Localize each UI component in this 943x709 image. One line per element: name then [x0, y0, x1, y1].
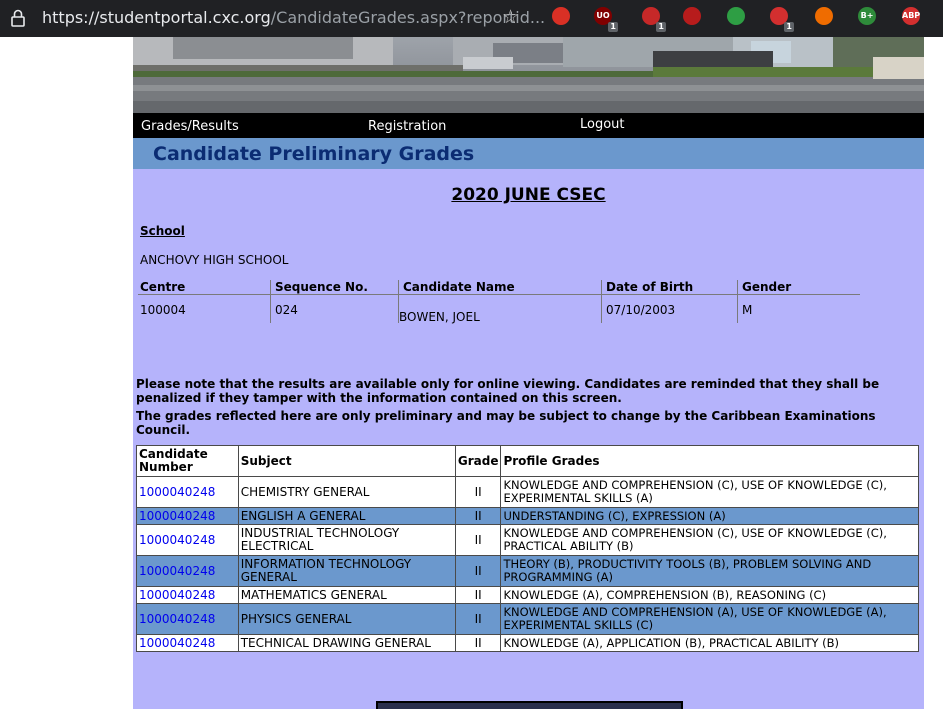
grade-row: 1000040248 CHEMISTRY GENERAL II KNOWLEDGE A… [136, 476, 919, 508]
grade-cell: II [454, 507, 502, 525]
ext-record-icon[interactable] [552, 7, 570, 25]
sequence-value: 024 [275, 303, 298, 317]
profile-grades-cell: KNOWLEDGE (A), COMPREHENSION (B), REASON… [500, 586, 919, 604]
ext-privacy-badger-icon[interactable] [683, 7, 701, 25]
grades-table: Candidate Number Subject Grade Profile G… [136, 445, 919, 652]
subject-cell: INDUSTRIAL TECHNOLOGY ELECTRICAL [237, 524, 456, 556]
centre-header: Centre [140, 280, 186, 294]
address-bar[interactable]: https://studentportal.cxc.org/CandidateG… [42, 8, 545, 28]
nav-logout[interactable]: Logout [580, 117, 625, 132]
subject-cell: MATHEMATICS GENERAL [237, 586, 456, 604]
school-name: ANCHOVY HIGH SCHOOL [140, 253, 289, 267]
subject-cell: ENGLISH A GENERAL [237, 507, 456, 525]
ext-bplus-icon[interactable]: B+ [858, 7, 876, 25]
candidate-name-value: BOWEN, JOEL [399, 310, 480, 324]
extension-badge: 1 [608, 22, 618, 32]
grade-cell: II [454, 555, 502, 587]
lock-icon[interactable] [10, 8, 26, 28]
portal-page: Grades/Results Registration Logout Candi… [133, 37, 924, 709]
ext-ublock-icon[interactable]: UO 1 [594, 7, 618, 32]
ext-orange-icon[interactable] [815, 7, 833, 25]
sequence-header: Sequence No. [275, 280, 368, 294]
browser-toolbar: https://studentportal.cxc.org/CandidateG… [0, 0, 943, 37]
info-column-divider [601, 280, 602, 323]
subject-cell: CHEMISTRY GENERAL [237, 476, 456, 508]
grade-cell: II [454, 586, 502, 604]
page-title-bar: Candidate Preliminary Grades [133, 138, 924, 169]
grades-table-header: Candidate Number Subject Grade Profile G… [136, 445, 919, 477]
exam-title: 2020 JUNE CSEC [451, 185, 606, 205]
grade-row: 1000040248 INDUSTRIAL TECHNOLOGY ELECTRIC… [136, 524, 919, 556]
bookmark-star-icon[interactable]: ☆ [502, 6, 519, 28]
header-banner-image [133, 37, 924, 113]
grade-row: 1000040248 MATHEMATICS GENERAL II KNOWLEDGE… [136, 586, 919, 604]
dob-value: 07/10/2003 [606, 303, 676, 317]
dob-header: Date of Birth [606, 280, 694, 294]
subject-cell: PHYSICS GENERAL [237, 603, 456, 635]
candidate-number-link[interactable]: 1000040248 [136, 476, 239, 508]
candidate-number-link[interactable]: 1000040248 [136, 603, 239, 635]
notice-preliminary: The grades reflected here are only preli… [136, 409, 876, 437]
profile-grades-cell: KNOWLEDGE (A), APPLICATION (B), PRACTICA… [500, 634, 919, 652]
ext-abp-icon[interactable]: ABP [902, 7, 920, 25]
extension-label: B+ [860, 11, 874, 20]
grade-row: 1000040248 PHYSICS GENERAL II KNOWLEDGE AND… [136, 603, 919, 635]
subject-cell: INFORMATION TECHNOLOGY GENERAL [237, 555, 456, 587]
ext-shield-green-icon[interactable] [727, 7, 745, 25]
page-title: Candidate Preliminary Grades [153, 143, 475, 165]
candidate-number-link[interactable]: 1000040248 [136, 555, 239, 587]
extension-badge: 1 [784, 22, 794, 32]
profile-grades-cell: KNOWLEDGE AND COMPREHENSION (C), USE OF … [500, 524, 919, 556]
col-candidate-number: Candidate Number [136, 445, 239, 477]
subject-cell: TECHNICAL DRAWING GENERAL [237, 634, 456, 652]
url-host: https://studentportal.cxc.org [42, 8, 271, 27]
grade-row: 1000040248 INFORMATION TECHNOLOGY GENERAL… [136, 555, 919, 587]
ext-lock-red-icon[interactable]: 1 [770, 7, 794, 32]
col-subject: Subject [237, 445, 456, 477]
bottom-panel [376, 701, 683, 709]
ext-shield-red-icon[interactable]: 1 [642, 7, 666, 32]
extension-label: UO [596, 11, 610, 20]
main-nav: Grades/Results Registration Logout [133, 113, 924, 138]
candidate-number-link[interactable]: 1000040248 [136, 634, 239, 652]
nav-grades-results[interactable]: Grades/Results [141, 119, 239, 134]
grade-cell: II [454, 603, 502, 635]
gender-header: Gender [742, 280, 792, 294]
profile-grades-cell: THEORY (B), PRODUCTIVITY TOOLS (B), PROB… [500, 555, 919, 587]
profile-grades-cell: UNDERSTANDING (C), EXPRESSION (A) [500, 507, 919, 525]
info-column-divider [270, 280, 271, 323]
candidate-number-link[interactable]: 1000040248 [136, 507, 239, 525]
gender-value: M [742, 303, 753, 317]
candidate-name-header: Candidate Name [403, 280, 515, 294]
col-grade: Grade [454, 445, 502, 477]
info-divider [138, 294, 860, 295]
grade-cell: II [454, 524, 502, 556]
centre-value: 100004 [140, 303, 186, 317]
extension-label: ABP [902, 11, 921, 20]
notice-online-viewing: Please note that the results are availab… [136, 377, 880, 405]
grade-cell: II [454, 634, 502, 652]
grade-row: 1000040248 TECHNICAL DRAWING GENERAL II KNO… [136, 634, 919, 652]
profile-grades-cell: KNOWLEDGE AND COMPREHENSION (C), USE OF … [500, 476, 919, 508]
candidate-number-link[interactable]: 1000040248 [136, 524, 239, 556]
grade-row: 1000040248 ENGLISH A GENERAL II UNDERSTANDI… [136, 507, 919, 525]
profile-grades-cell: KNOWLEDGE AND COMPREHENSION (A), USE OF … [500, 603, 919, 635]
info-column-divider [737, 280, 738, 323]
candidate-number-link[interactable]: 1000040248 [136, 586, 239, 604]
extension-badge: 1 [656, 22, 666, 32]
col-profile-grades: Profile Grades [500, 445, 919, 477]
grade-cell: II [454, 476, 502, 508]
school-label: School [140, 224, 185, 238]
nav-registration[interactable]: Registration [368, 119, 446, 134]
